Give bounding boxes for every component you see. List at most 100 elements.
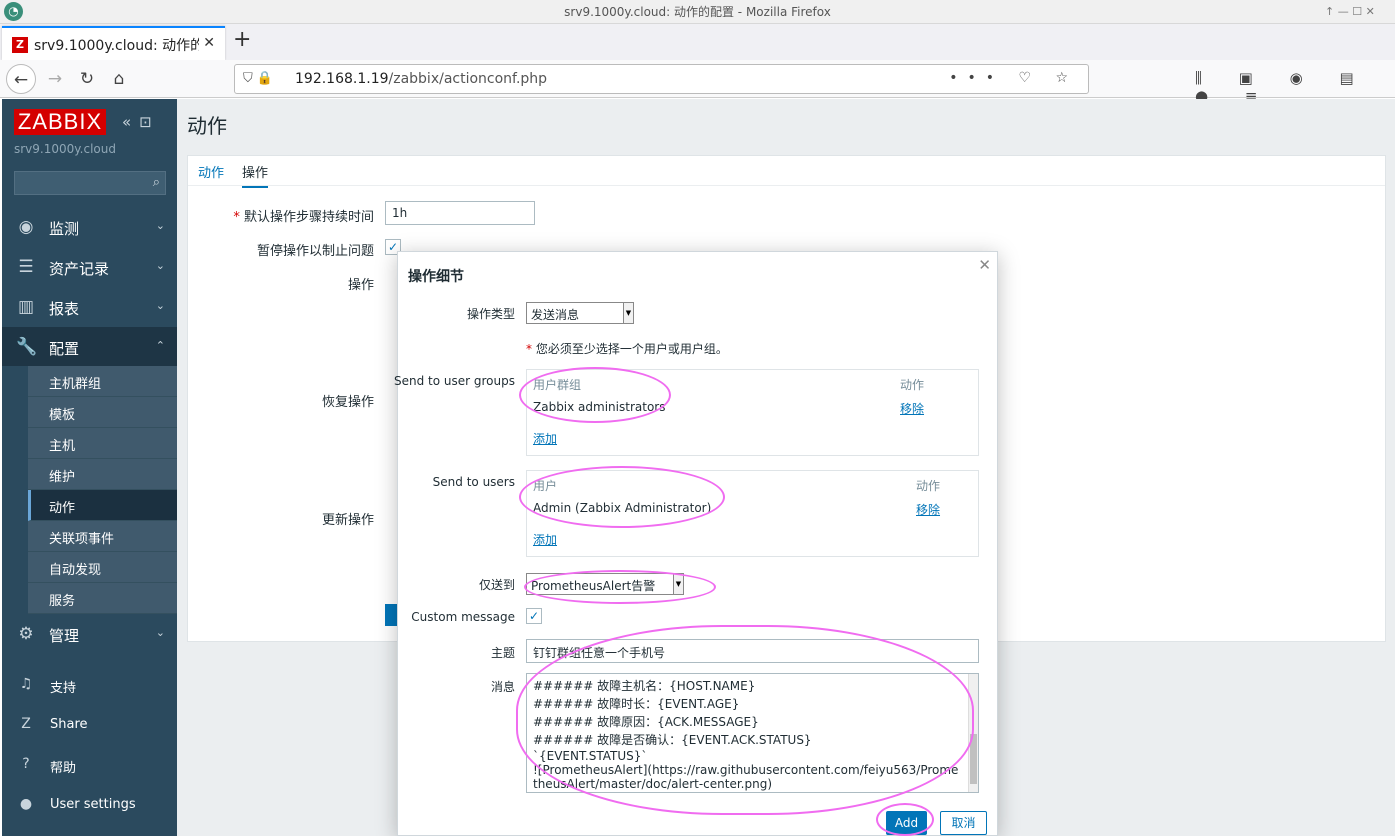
required-note: * 您必须至少选择一个用户或用户组。: [526, 342, 728, 356]
users-col-action: 动作: [916, 479, 941, 493]
tab-action[interactable]: 动作: [198, 162, 224, 181]
eye-icon: ◉: [18, 217, 34, 237]
operation-details-dialog: 操作细节 ✕ 操作类型 发送消息 ▼ * 您必须至少选择一个用户或用户组。 Se…: [394, 251, 998, 836]
browser-tab[interactable]: Z srv9.1000y.cloud: 动作的配置 ✕: [2, 26, 225, 60]
page-actions-icon[interactable]: ••• ♡ ☆: [949, 70, 1078, 86]
submenu-discovery[interactable]: 自动发现: [28, 552, 177, 583]
tab-close-icon[interactable]: ✕: [203, 35, 215, 51]
submenu-actions[interactable]: 动作: [28, 490, 177, 521]
users-label: Send to users: [432, 475, 515, 489]
configuration-submenu: 主机群组 模板 主机 维护 动作 关联项事件 自动发现 服务: [2, 366, 177, 614]
submenu-maintenance[interactable]: 维护: [28, 459, 177, 490]
sidebar: ZABBIX «⊡ srv9.1000y.cloud ⌕ ◉ 监测 ⌄ ☰ 资产…: [2, 99, 177, 836]
add-button[interactable]: Add: [886, 811, 927, 835]
wrench-icon: 🔧: [16, 337, 38, 357]
submenu-hosts[interactable]: 主机: [28, 428, 177, 459]
cancel-button[interactable]: 取消: [940, 811, 987, 835]
message-line: `{EVENT.STATUS}`: [533, 749, 648, 763]
content-tabs: 动作 操作: [188, 156, 1385, 188]
new-tab-icon[interactable]: +: [233, 27, 251, 52]
update-button-edge[interactable]: [385, 604, 397, 626]
remove-user-link[interactable]: 移除: [916, 501, 940, 518]
message-line: ###### 故障是否确认：{EVENT.ACK.STATUS}: [533, 733, 812, 747]
zabbix-favicon-icon: Z: [12, 37, 28, 53]
tab-operations[interactable]: 操作: [242, 162, 269, 188]
forward-icon[interactable]: →: [40, 64, 70, 94]
chevron-down-icon: ⌄: [155, 219, 165, 232]
dropdown-arrow-icon: ▼: [623, 303, 633, 323]
site-info-icon[interactable]: ⛉ 🔒: [243, 71, 273, 86]
add-user-group-link[interactable]: 添加: [533, 430, 557, 447]
collapse-sidebar-icon[interactable]: «⊡: [122, 113, 160, 131]
menu-reports[interactable]: ▥ 报表 ⌄: [2, 287, 177, 327]
custom-message-checkbox[interactable]: ✓: [526, 608, 542, 624]
back-icon[interactable]: ←: [6, 64, 36, 94]
subject-input[interactable]: 钉钉群组任意一个手机号: [526, 639, 979, 663]
share-link[interactable]: Z Share: [2, 708, 177, 742]
url-text: 192.168.1.19/zabbix/actionconf.php: [295, 71, 548, 87]
submenu-indent: [2, 366, 28, 614]
user-icon: ●: [19, 796, 33, 812]
firefox-app-icon: ◔: [4, 2, 23, 21]
user-group-name: Zabbix administrators: [533, 400, 666, 414]
add-user-link[interactable]: 添加: [533, 531, 557, 548]
list-icon: ☰: [18, 257, 34, 277]
submenu-templates[interactable]: 模板: [28, 397, 177, 428]
default-step-input[interactable]: 1h: [385, 201, 535, 225]
submenu-host-groups[interactable]: 主机群组: [28, 366, 177, 397]
op-type-value: 发送消息: [531, 308, 580, 322]
navigation-bar: ← → ↻ ⌂ ⛉ 🔒 192.168.1.19/zabbix/actionco…: [0, 60, 1395, 105]
support-link[interactable]: ♫ 支持: [2, 668, 177, 702]
gear-icon: ⚙: [18, 624, 34, 644]
chevron-down-icon: ⌄: [155, 299, 165, 312]
user-groups-label: Send to user groups: [394, 374, 515, 388]
window-title: srv9.1000y.cloud: 动作的配置 - Mozilla Firefo…: [564, 5, 831, 19]
window-titlebar: ◔ srv9.1000y.cloud: 动作的配置 - Mozilla Fire…: [0, 0, 1395, 24]
menu-configuration[interactable]: 🔧 配置 ⌃: [2, 327, 177, 367]
menu-inventory[interactable]: ☰ 资产记录 ⌄: [2, 247, 177, 287]
menu-administration[interactable]: ⚙ 管理 ⌄: [2, 614, 177, 654]
server-name: srv9.1000y.cloud: [14, 142, 116, 156]
chevron-down-icon: ⌄: [155, 259, 165, 272]
chart-icon: ▥: [17, 297, 35, 317]
pause-label: 暂停操作以制止问题: [256, 244, 374, 259]
close-icon[interactable]: ✕: [978, 256, 991, 274]
tab-title: srv9.1000y.cloud: 动作的配置: [34, 38, 199, 54]
page-title: 动作: [187, 114, 227, 138]
url-bar[interactable]: ⛉ 🔒 192.168.1.19/zabbix/actionconf.php •…: [234, 64, 1089, 94]
home-icon[interactable]: ⌂: [104, 64, 134, 94]
submenu-services[interactable]: 服务: [28, 583, 177, 614]
dropdown-arrow-icon: ▼: [673, 574, 683, 594]
user-name: Admin (Zabbix Administrator): [533, 501, 712, 515]
share-icon: Z: [21, 716, 31, 732]
message-textarea[interactable]: ###### 故障主机名：{HOST.NAME} ###### 故障时长：{EV…: [526, 673, 979, 793]
recovery-label: 恢复操作: [321, 395, 374, 410]
textarea-scrollbar[interactable]: [968, 674, 978, 792]
tab-strip: Z srv9.1000y.cloud: 动作的配置 ✕ +: [0, 24, 1395, 60]
users-col-name: 用户: [533, 479, 558, 493]
message-line: ###### 故障原因：{ACK.MESSAGE}: [533, 715, 759, 729]
update-label: 更新操作: [321, 513, 374, 528]
search-icon[interactable]: ⌕: [153, 175, 160, 190]
operations-label: 操作: [347, 278, 374, 293]
window-controls[interactable]: ↑ — ☐ ✕: [1325, 0, 1375, 24]
search-input[interactable]: ⌕: [14, 171, 166, 195]
dialog-title: 操作细节: [408, 269, 464, 285]
headset-icon: ♫: [19, 676, 33, 692]
user-groups-col-action: 动作: [900, 378, 925, 392]
message-line: ![PrometheusAlert](https://raw.githubuse…: [533, 763, 959, 791]
send-only-select[interactable]: PrometheusAlert告警 ▼: [526, 573, 684, 595]
help-link[interactable]: ? 帮助: [2, 748, 177, 782]
users-table: 用户 动作 Admin (Zabbix Administrator) 移除 添加: [526, 470, 979, 557]
custom-message-label: Custom message: [411, 610, 515, 624]
op-type-select[interactable]: 发送消息 ▼: [526, 302, 634, 324]
message-label: 消息: [490, 680, 515, 694]
menu-monitoring[interactable]: ◉ 监测 ⌄: [2, 207, 177, 247]
submenu-event-correlation[interactable]: 关联项事件: [28, 521, 177, 552]
zabbix-logo[interactable]: ZABBIX: [14, 109, 106, 135]
subject-label: 主题: [490, 646, 515, 660]
user-settings-link[interactable]: ● User settings: [2, 788, 177, 822]
chevron-down-icon: ⌄: [155, 626, 165, 639]
remove-user-group-link[interactable]: 移除: [900, 400, 924, 417]
reload-icon[interactable]: ↻: [72, 64, 102, 94]
